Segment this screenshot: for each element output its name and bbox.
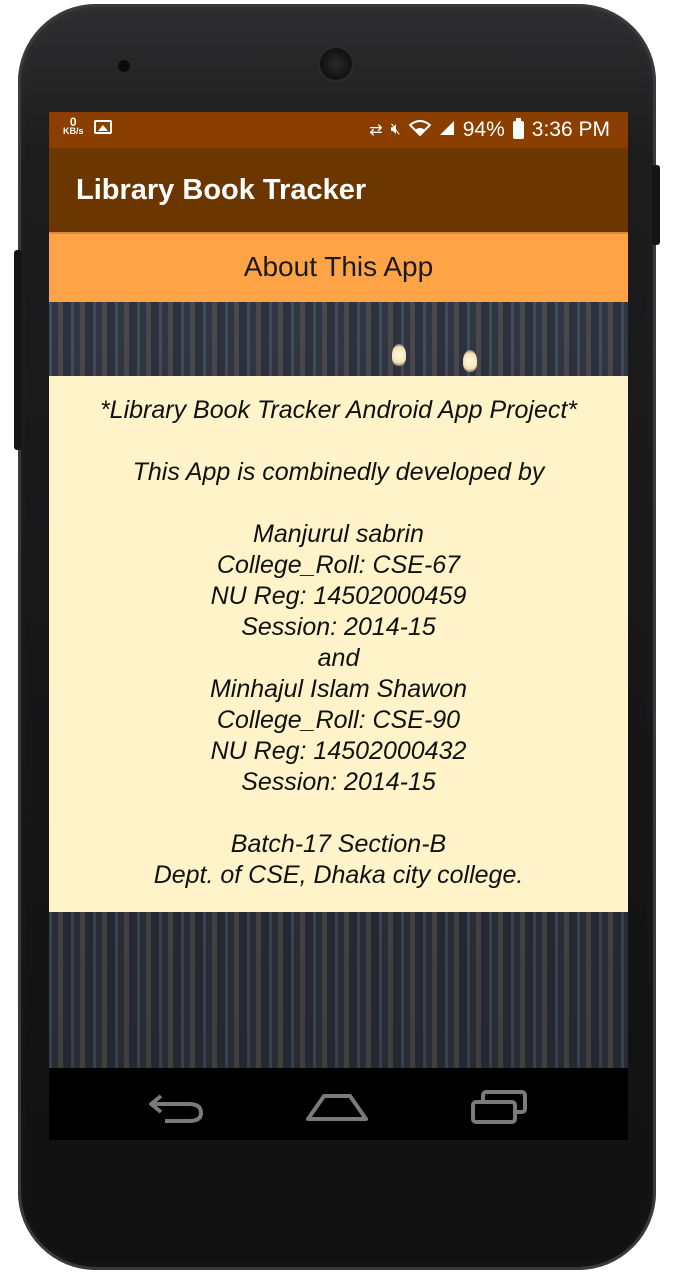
about-heading-bar: About This App: [49, 232, 628, 302]
navigation-bar: [49, 1068, 628, 1140]
network-speed-unit: KB/s: [63, 126, 84, 136]
about-line: This App is combinedly developed by: [132, 458, 545, 486]
about-line: NU Reg: 14502000432: [210, 737, 467, 765]
clock: 3:36 PM: [531, 118, 610, 141]
sync-icon: ⇄: [369, 122, 383, 139]
mute-icon: 🔇︎: [390, 121, 401, 138]
app-title: Library Book Tracker: [76, 174, 367, 206]
about-heading: About This App: [243, 251, 434, 282]
about-line: [49, 798, 628, 829]
about-line: Minhajul Islam Shawon: [209, 675, 468, 703]
lamp-light: [463, 350, 477, 372]
home-icon[interactable]: [304, 1088, 370, 1129]
power-button: [652, 165, 660, 245]
about-line: [49, 488, 628, 519]
about-line: College_Roll: CSE-67: [216, 551, 461, 579]
about-line: Session: 2014-15: [241, 613, 436, 641]
signal-icon: [439, 120, 455, 141]
about-panel: *Library Book Tracker Android App Projec…: [49, 376, 628, 912]
front-camera: [118, 60, 130, 72]
image-icon: [93, 120, 112, 134]
about-line: Dept. of CSE, Dhaka city college.: [153, 861, 524, 889]
app-bar: Library Book Tracker: [49, 148, 628, 232]
battery-percent: 94%: [462, 118, 505, 141]
battery-icon: [512, 118, 524, 139]
lamp-light: [392, 344, 406, 366]
device-screen: 0 KB/s ⇄ 🔇︎ 94% 3:36 PM Library Book Tra…: [49, 112, 628, 1140]
about-line: Manjurul sabrin: [253, 520, 424, 548]
about-line: *Library Book Tracker Android App Projec…: [99, 396, 578, 424]
about-line: NU Reg: 14502000459: [210, 582, 467, 610]
volume-button: [14, 250, 22, 450]
recents-icon[interactable]: [469, 1088, 529, 1129]
about-line: [49, 426, 628, 457]
network-speed: 0 KB/s: [63, 116, 84, 136]
about-line: Session: 2014-15: [241, 768, 436, 796]
status-bar: 0 KB/s ⇄ 🔇︎ 94% 3:36 PM: [49, 112, 628, 148]
about-line: College_Roll: CSE-90: [216, 706, 461, 734]
about-line: and: [317, 644, 360, 672]
earpiece-speaker: [320, 48, 352, 80]
about-line: Batch-17 Section-B: [230, 830, 447, 858]
wifi-icon: [408, 119, 432, 141]
back-icon[interactable]: [147, 1088, 207, 1129]
